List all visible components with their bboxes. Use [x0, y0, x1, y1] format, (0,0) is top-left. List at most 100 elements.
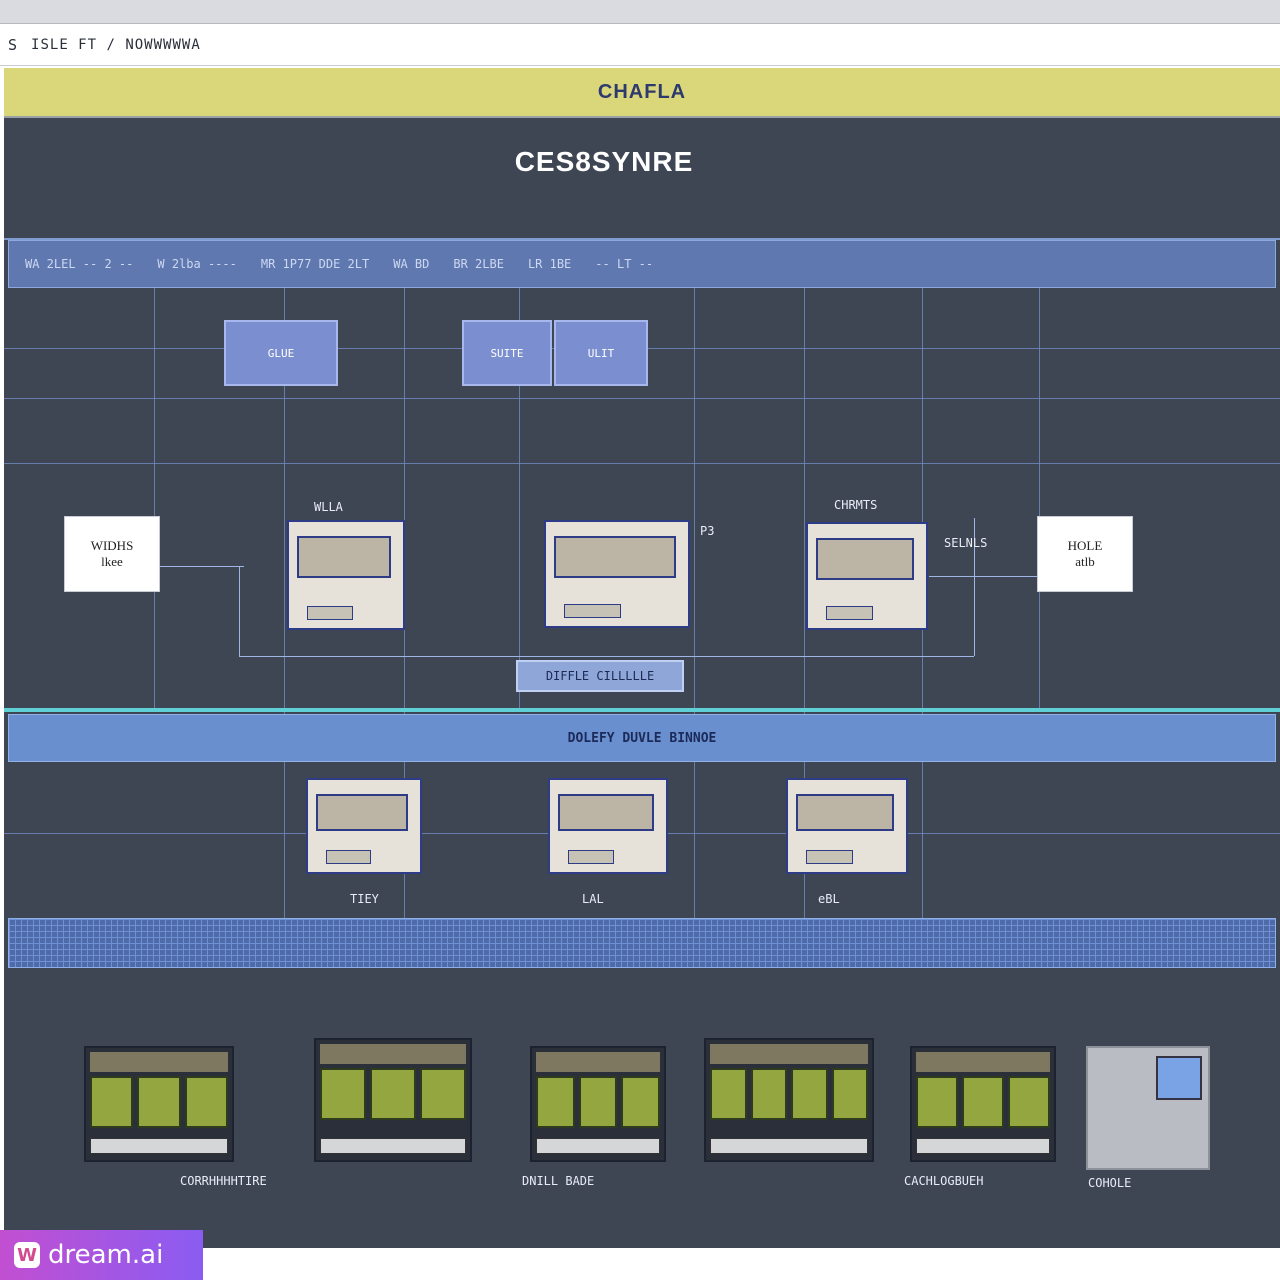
grid-line [1039, 288, 1040, 708]
device-base [564, 604, 621, 618]
module-thumbnail[interactable] [910, 1046, 1056, 1162]
watermark-badge: W dream.ai [0, 1230, 203, 1280]
label-line: WIDHS [90, 538, 134, 553]
thumbnail-cell [962, 1076, 1004, 1128]
node-label: GLUE [267, 346, 295, 360]
label-line: lkee [101, 554, 123, 569]
process-node[interactable]: SUITE [462, 320, 552, 386]
device-screen [816, 538, 914, 580]
device-screen [316, 794, 408, 831]
thumbnail-caption: CORRHHHHTIRE [180, 1174, 267, 1188]
thumbnail-caption: COHOLE [1088, 1176, 1132, 1190]
module-thumbnail[interactable] [314, 1038, 472, 1162]
central-bus-button[interactable]: DIFFLE CILLLLLE [516, 660, 684, 692]
right-label-box: HOLE atlb [1037, 516, 1133, 592]
terminal-device[interactable] [544, 520, 690, 628]
terminal-device[interactable] [786, 778, 908, 874]
grid-line [4, 398, 1280, 399]
thumbnail-cell [1008, 1076, 1050, 1128]
header-segment: LR 1BE [527, 257, 572, 271]
thumbnail-cell [831, 1068, 868, 1120]
central-bus-label: DIFFLE CILLLLLE [545, 669, 655, 683]
terminal-device[interactable] [306, 778, 422, 874]
device-base [826, 606, 874, 620]
process-node[interactable]: ULIT [554, 320, 648, 386]
thumbnail-cells [916, 1076, 1050, 1128]
device-base [806, 850, 854, 864]
thumbnail-cells [90, 1076, 228, 1128]
terminal-device[interactable] [548, 778, 668, 874]
thumbnail-caption: DNILL BADE [522, 1174, 595, 1188]
thumbnail-cell [621, 1076, 661, 1128]
toolbar: S ISLE FT / NOWWWWWA [0, 24, 1280, 66]
thumbnail-cell [578, 1076, 618, 1128]
connector-wire [239, 566, 240, 656]
terminal-device[interactable] [806, 522, 928, 630]
header-segment: WA 2LEL -- 2 -- [25, 257, 134, 271]
thumbnail-header [710, 1044, 868, 1064]
thumbnail-cells [320, 1068, 466, 1120]
thumbnail-cell [320, 1068, 366, 1120]
header-strip: WA 2LEL -- 2 -- W 2lba ---- MR 1P77 DDE … [8, 240, 1276, 288]
device-base [568, 850, 615, 864]
grid-line [154, 288, 155, 708]
network-band: DOLEFY DUVLE BINNOE [8, 714, 1276, 762]
header-segment: MR 1P77 DDE 2LT [260, 257, 370, 271]
device-base [307, 606, 353, 620]
device-screen [554, 536, 676, 578]
device-screen [796, 794, 894, 831]
thumbnail-header [320, 1044, 466, 1064]
process-node[interactable]: GLUE [224, 320, 338, 386]
device-caption: LAL [582, 892, 604, 906]
thumbnail-cell [370, 1068, 416, 1120]
side-label: P3 [700, 524, 715, 538]
thumbnail-cell [90, 1076, 134, 1128]
watermark-text: dream.ai [48, 1240, 164, 1270]
thumbnail-header [536, 1052, 660, 1072]
module-thumbnail[interactable] [704, 1038, 874, 1162]
thumbnail-cell [536, 1076, 575, 1128]
module-thumbnail[interactable] [530, 1046, 666, 1162]
left-label-box: WIDHS lkee [64, 516, 160, 592]
thumbnail-cells [536, 1076, 661, 1128]
device-caption: eBL [818, 892, 840, 906]
header-segment: BR 2LBE [453, 257, 504, 271]
thumbnail-strip [710, 1138, 868, 1154]
grid-line [4, 463, 1280, 464]
header-segment: W 2lba ---- [157, 257, 237, 271]
thumbnail-cell [137, 1076, 181, 1128]
thumbnail-strip [320, 1138, 466, 1154]
module-thumbnail[interactable] [84, 1046, 234, 1162]
diagram-title: CES8SYNRE [514, 146, 694, 177]
thumbnail-header [90, 1052, 228, 1072]
device-screen [297, 536, 391, 579]
thumbnail-cell [184, 1076, 228, 1128]
thumbnail-cell [420, 1068, 466, 1120]
address-text[interactable]: ISLE FT / NOWWWWWA [31, 37, 201, 53]
device-top-label: WLLA [314, 500, 343, 514]
server-thumbnail[interactable] [1086, 1046, 1210, 1170]
network-band-label: DOLEFY DUVLE BINNOE [567, 730, 717, 746]
connector-wire [929, 576, 1039, 577]
label-line: atlb [1075, 554, 1095, 569]
thumbnail-strip [90, 1138, 228, 1154]
header-segment: -- LT -- [595, 257, 654, 271]
terminal-device[interactable] [287, 520, 405, 630]
node-label: ULIT [587, 346, 615, 360]
thumbnail-cell [710, 1068, 747, 1120]
connector-wire [159, 566, 244, 567]
thumbnail-cell [916, 1076, 958, 1128]
banner-title: CHAFLA [597, 80, 687, 103]
app-icon[interactable]: S [8, 36, 17, 54]
thumbnail-strip [536, 1138, 660, 1154]
grid-line [694, 288, 695, 918]
server-panel [1156, 1056, 1202, 1100]
connector-wire [239, 656, 974, 657]
data-grid-bar [8, 918, 1276, 968]
title-bar [0, 0, 1280, 24]
thumbnail-cell [791, 1068, 828, 1120]
thumbnail-cells [710, 1068, 868, 1120]
label-line: HOLE [1067, 538, 1103, 553]
diagram-canvas: CES8SYNRE WA 2LEL -- 2 -- W 2lba ---- MR… [4, 118, 1280, 1248]
watermark-logo-icon: W [14, 1242, 40, 1268]
